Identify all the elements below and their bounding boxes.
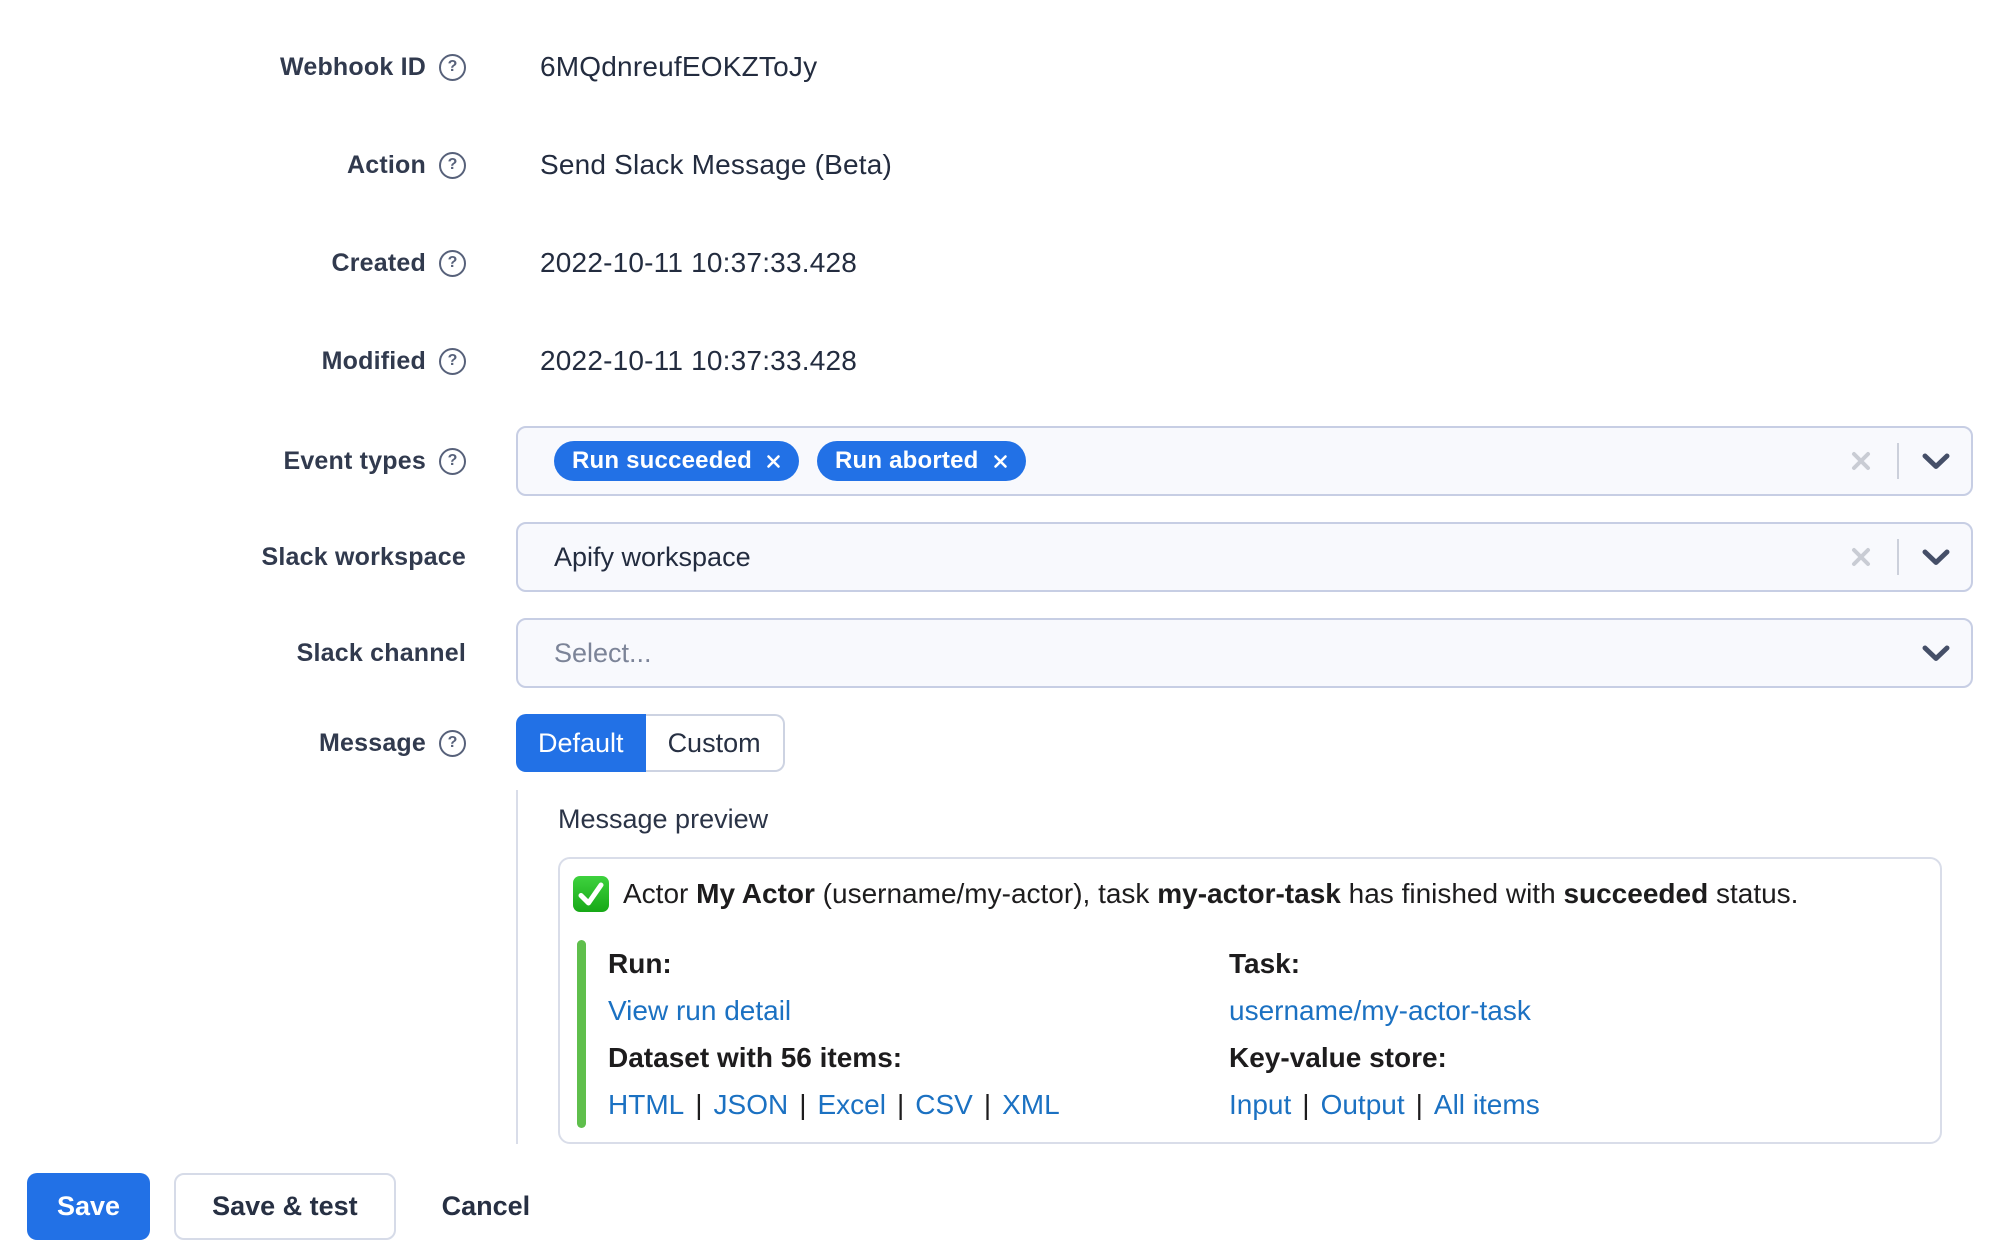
- status-value: succeeded: [1563, 878, 1709, 909]
- success-check-icon: [572, 875, 610, 913]
- webhook-id-value: 6MQdnreufEOKZToJy: [540, 51, 818, 82]
- event-types-label: Event types: [283, 446, 426, 475]
- cancel-button[interactable]: Cancel: [442, 1173, 531, 1240]
- action-value: Send Slack Message (Beta): [540, 149, 893, 180]
- slack-attachment: Run: View run detail Dataset with 56 ite…: [577, 940, 1922, 1128]
- tag-label: Run aborted: [835, 447, 979, 474]
- format-link-html[interactable]: HTML: [608, 1089, 684, 1121]
- run-title: Run:: [608, 947, 672, 979]
- created-value: 2022-10-11 10:37:33.428: [540, 247, 858, 278]
- save-button[interactable]: Save: [27, 1173, 151, 1240]
- slack-workspace-label: Slack workspace: [261, 542, 466, 571]
- modified-label: Modified: [321, 346, 426, 375]
- link-separator: |: [896, 1088, 905, 1120]
- save-and-test-button[interactable]: Save & test: [174, 1173, 396, 1240]
- tag-label: Run succeeded: [572, 447, 752, 474]
- task-link[interactable]: username/my-actor-task: [1229, 995, 1531, 1027]
- created-label: Created: [331, 248, 426, 277]
- chevron-down-icon[interactable]: [1919, 448, 1953, 475]
- clear-icon[interactable]: [1845, 445, 1877, 477]
- event-type-tag: Run aborted: [817, 441, 1026, 481]
- select-divider: [1897, 443, 1899, 479]
- event-type-tag: Run succeeded: [554, 441, 799, 481]
- link-separator: |: [799, 1088, 807, 1120]
- modified-value: 2022-10-11 10:37:33.428: [540, 345, 858, 376]
- slack-channel-label: Slack channel: [296, 638, 466, 667]
- link-separator: |: [695, 1088, 703, 1120]
- slack-workspace-value: Apify workspace: [554, 541, 751, 572]
- message-label: Message: [318, 728, 426, 757]
- dataset-items-label: Dataset with 56 items:: [608, 1041, 903, 1073]
- store-link-input[interactable]: Input: [1229, 1089, 1291, 1121]
- tag-remove-icon[interactable]: [993, 454, 1008, 469]
- status-line: Actor My Actor (username/my-actor), task…: [572, 874, 1922, 914]
- help-icon[interactable]: ?: [439, 347, 466, 375]
- status-text: Actor My Actor (username/my-actor), task…: [623, 878, 1798, 910]
- webhook-form: Webhook ID ? 6MQdnreufEOKZToJy Action ? …: [0, 0, 2000, 1144]
- status-prefix: Actor: [623, 878, 697, 909]
- attachment-bar: [577, 940, 586, 1128]
- link-separator: |: [1415, 1088, 1423, 1120]
- help-icon[interactable]: ?: [439, 447, 466, 475]
- message-preview-card: Actor My Actor (username/my-actor), task…: [558, 857, 1942, 1144]
- modified-row: Modified ? 2022-10-11 10:37:33.428: [0, 312, 2000, 410]
- message-mode-toggle: Default Custom: [516, 714, 785, 772]
- status-suffix: status.: [1708, 878, 1799, 909]
- help-icon[interactable]: ?: [439, 151, 466, 179]
- view-run-detail-link[interactable]: View run detail: [608, 995, 791, 1027]
- message-preview-title: Message preview: [558, 804, 769, 834]
- chevron-down-icon[interactable]: [1919, 640, 1953, 667]
- webhook-id-row: Webhook ID ? 6MQdnreufEOKZToJy: [0, 18, 2000, 116]
- format-link-json[interactable]: JSON: [714, 1089, 789, 1121]
- task-column: Task: username/my-actor-task Key-value s…: [1229, 940, 1922, 1128]
- event-types-row: Event types ? Run succeeded Run aborted: [0, 426, 2000, 496]
- form-actions: Save Save & test Cancel: [27, 1173, 2000, 1240]
- message-row: Message ? Default Custom: [0, 714, 2000, 772]
- created-row: Created ? 2022-10-11 10:37:33.428: [0, 214, 2000, 312]
- action-label: Action: [347, 150, 426, 179]
- slack-workspace-row: Slack workspace Apify workspace: [0, 522, 2000, 592]
- select-divider: [1897, 539, 1899, 575]
- clear-icon[interactable]: [1845, 541, 1877, 573]
- slack-channel-row: Slack channel Select...: [0, 618, 2000, 688]
- tab-default[interactable]: Default: [516, 714, 646, 772]
- format-link-csv[interactable]: CSV: [915, 1089, 973, 1121]
- actor-name: My Actor: [696, 878, 815, 909]
- format-link-xml[interactable]: XML: [1002, 1089, 1060, 1121]
- action-row: Action ? Send Slack Message (Beta): [0, 116, 2000, 214]
- task-title: Task:: [1229, 947, 1301, 979]
- format-links: HTML | JSON | Excel | CSV | XML: [608, 1081, 1229, 1128]
- link-separator: |: [1302, 1088, 1310, 1120]
- task-name: my-actor-task: [1157, 878, 1341, 909]
- format-link-excel[interactable]: Excel: [817, 1089, 885, 1121]
- event-types-select[interactable]: Run succeeded Run aborted: [516, 426, 1973, 496]
- tab-custom[interactable]: Custom: [645, 714, 785, 772]
- link-separator: |: [983, 1088, 992, 1120]
- status-middle2: has finished with: [1340, 878, 1564, 909]
- message-preview-section: Message preview Actor My Actor (username…: [516, 790, 2000, 1144]
- slack-workspace-select[interactable]: Apify workspace: [516, 522, 1973, 592]
- help-icon[interactable]: ?: [439, 249, 466, 277]
- help-icon[interactable]: ?: [439, 53, 466, 81]
- key-value-store-label: Key-value store:: [1229, 1041, 1447, 1073]
- run-column: Run: View run detail Dataset with 56 ite…: [608, 940, 1229, 1128]
- slack-channel-placeholder: Select...: [554, 637, 652, 668]
- webhook-id-label: Webhook ID: [280, 52, 426, 81]
- help-icon[interactable]: ?: [439, 729, 466, 757]
- status-middle1: (username/my-actor), task: [814, 878, 1158, 909]
- tag-remove-icon[interactable]: [766, 454, 781, 469]
- chevron-down-icon[interactable]: [1919, 544, 1953, 571]
- store-link-output[interactable]: Output: [1321, 1089, 1405, 1121]
- slack-channel-select[interactable]: Select...: [516, 618, 1973, 688]
- store-links: Input | Output | All items: [1229, 1081, 1922, 1128]
- store-link-all-items[interactable]: All items: [1434, 1089, 1540, 1121]
